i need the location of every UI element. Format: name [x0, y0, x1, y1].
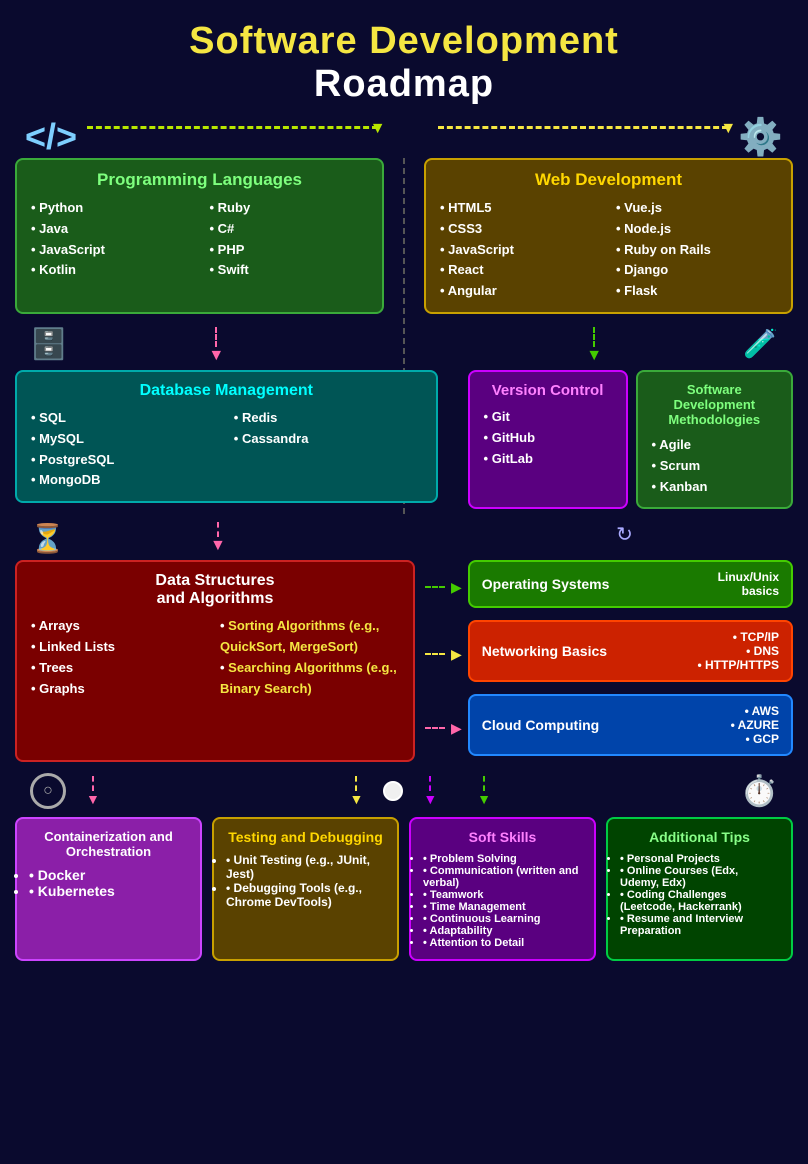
vc-title: Version Control	[484, 382, 612, 399]
flask-icon: 🧪	[743, 327, 778, 360]
dsa-title: Data Structuresand Algorithms	[31, 572, 399, 608]
title-section: Software Development Roadmap	[15, 10, 793, 111]
net-box: Networking Basics • TCP/IP• DNS• HTTP/HT…	[468, 620, 793, 682]
database-management-card: Database Management SQL MySQL PostgreSQL…	[15, 370, 438, 503]
soft-skills-title: Soft Skills	[423, 829, 582, 845]
os-title: Operating Systems	[482, 576, 610, 592]
bottom-icons-row: ○ ▼ ▼ ▼ ▼ ⏱️	[15, 770, 793, 812]
dsa-col1: Arrays Linked Lists Trees Graphs	[31, 616, 210, 699]
vc-list: Git GitHub GitLab	[484, 407, 612, 469]
containerization-card: Containerization and Orchestration Docke…	[15, 817, 202, 961]
soft-skills-list: Problem Solving Communication (written a…	[423, 853, 582, 949]
os-box: Operating Systems Linux/Unixbasics	[468, 560, 793, 608]
title-line2: Roadmap	[15, 63, 793, 106]
page-wrapper: Software Development Roadmap </> ▼ ▼ ⚙️ …	[0, 0, 808, 1164]
title-line1: Software Development	[15, 20, 793, 63]
containerize-list: Docker Kubernetes	[29, 867, 188, 899]
database-icon: 🗄️	[30, 327, 67, 362]
net-note: • TCP/IP• DNS• HTTP/HTTPS	[697, 630, 779, 672]
net-title: Networking Basics	[482, 643, 607, 659]
db-mgmt-col2: Redis Cassandra	[234, 408, 422, 491]
cloud-title: Cloud Computing	[482, 717, 599, 733]
stopwatch-icon: ⏱️	[741, 774, 778, 809]
code-icon: </>	[25, 116, 77, 158]
testing-title: Testing and Debugging	[226, 829, 385, 845]
db-mgmt-col1: SQL MySQL PostgreSQL MongoDB	[31, 408, 219, 491]
db-mgmt-title: Database Management	[31, 382, 422, 400]
dsa-col2: Sorting Algorithms (e.g., QuickSort, Mer…	[220, 616, 399, 699]
web-dev-col2: Vue.js Node.js Ruby on Rails Django Flas…	[616, 198, 777, 302]
sdm-list: Agile Scrum Kanban	[652, 435, 777, 497]
cloud-box: Cloud Computing • AWS• AZURE• GCP	[468, 694, 793, 756]
soft-skills-card: Soft Skills Problem Solving Communicatio…	[409, 817, 596, 961]
bottom-section: Containerization and Orchestration Docke…	[15, 817, 793, 961]
web-development-card: Web Development HTML5 CSS3 JavaScript Re…	[424, 158, 793, 314]
searching-highlight: Searching Algorithms (e.g., Binary Searc…	[220, 660, 397, 696]
programming-languages-card: Programming Languages Python Java JavaSc…	[15, 158, 384, 314]
row-3: Data Structuresand Algorithms Arrays Lin…	[15, 560, 793, 762]
net-row: ▶ Networking Basics • TCP/IP• DNS• HTTP/…	[425, 620, 793, 688]
prog-lang-col1: Python Java JavaScript Kotlin	[31, 198, 190, 281]
right-stack-3: ▶ Operating Systems Linux/Unixbasics ▶ N…	[425, 560, 793, 762]
cloud-row: ▶ Cloud Computing • AWS• AZURE• GCP	[425, 694, 793, 762]
row3-icon-area: ⏳ ▼ ↻	[15, 517, 793, 560]
testing-list: Unit Testing (e.g., JUnit, Jest) Debuggi…	[226, 853, 385, 909]
additional-tips-card: Additional Tips Personal Projects Online…	[606, 817, 793, 961]
os-row: ▶ Operating Systems Linux/Unixbasics	[425, 560, 793, 614]
vc-sdm-row: Version Control Git GitHub GitLab Softwa…	[468, 370, 793, 509]
containerize-title: Containerization and Orchestration	[29, 829, 188, 859]
gear-icon: ⚙️	[738, 116, 783, 158]
testing-card: Testing and Debugging Unit Testing (e.g.…	[212, 817, 399, 961]
add-tips-title: Additional Tips	[620, 829, 779, 845]
row-1-cards: Programming Languages Python Java JavaSc…	[15, 158, 793, 314]
top-icons-row: </> ▼ ▼ ⚙️	[15, 111, 793, 158]
web-dev-col1: HTML5 CSS3 JavaScript React Angular	[440, 198, 601, 302]
row-2-cards: Database Management SQL MySQL PostgreSQL…	[15, 370, 793, 509]
dsa-card: Data Structuresand Algorithms Arrays Lin…	[15, 560, 415, 762]
cloud-note: • AWS• AZURE• GCP	[731, 704, 779, 746]
circle-icon: ○	[30, 773, 66, 809]
version-control-card: Version Control Git GitHub GitLab	[468, 370, 628, 509]
add-tips-list: Personal Projects Online Courses (Edx, U…	[620, 853, 779, 937]
sdm-title: Software Development Methodologies	[652, 382, 777, 427]
right-col-2: Version Control Git GitHub GitLab Softwa…	[468, 370, 793, 509]
prog-lang-title: Programming Languages	[31, 170, 368, 190]
prog-lang-col2: Ruby C# PHP Swift	[210, 198, 369, 281]
web-dev-title: Web Development	[440, 170, 777, 190]
sdm-card: Software Development Methodologies Agile…	[636, 370, 793, 509]
sorting-highlight: Sorting Algorithms (e.g., QuickSort, Mer…	[220, 618, 379, 654]
os-note: Linux/Unixbasics	[718, 570, 779, 598]
hourglass-icon: ⏳	[30, 522, 65, 555]
